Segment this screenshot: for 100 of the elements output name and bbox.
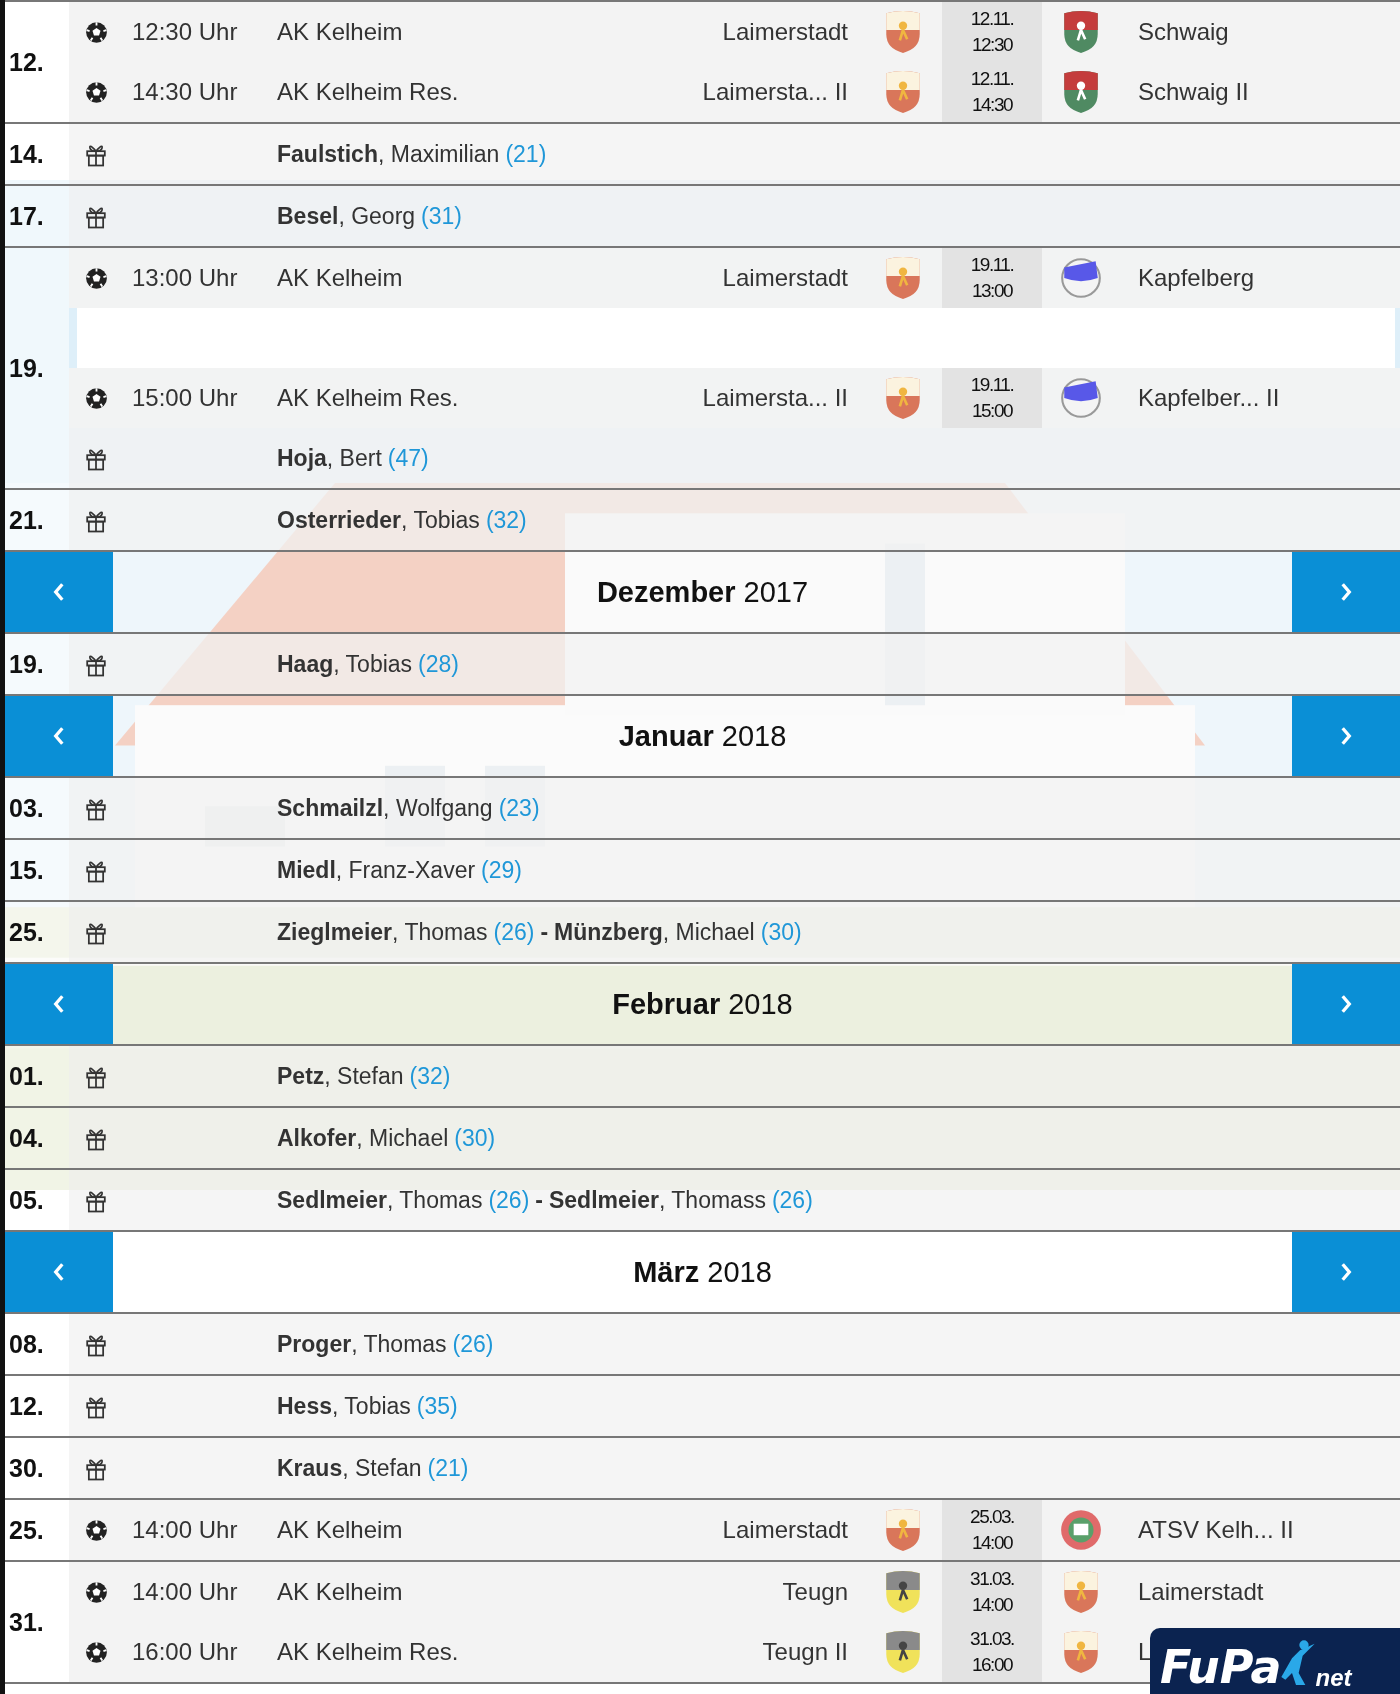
day-number: 15. bbox=[9, 855, 44, 885]
day-number: 08. bbox=[9, 1329, 44, 1359]
day-number: 25. bbox=[9, 1515, 44, 1545]
match-time: 16:00 bbox=[971, 1653, 1012, 1677]
team-name: AK Kelheim bbox=[277, 1516, 403, 1543]
kickoff-time: 14:00 Uhr bbox=[132, 1578, 238, 1605]
chevron-left-icon bbox=[52, 581, 66, 603]
month-title: Februar 2018 bbox=[611, 986, 794, 1022]
birthday-entry: Petz, Stefan (32) bbox=[277, 1062, 451, 1090]
home-team[interactable]: Laimerstadt bbox=[722, 264, 848, 291]
match-time: 15:00 bbox=[971, 399, 1012, 423]
ball-icon bbox=[85, 1640, 108, 1664]
chevron-right-icon bbox=[1339, 993, 1353, 1015]
kickoff-time: 14:00 Uhr bbox=[132, 1516, 238, 1543]
club-crest-icon bbox=[1060, 375, 1102, 421]
day-number: 14. bbox=[9, 139, 44, 169]
ball-icon bbox=[85, 266, 108, 290]
next-month-button[interactable] bbox=[1292, 964, 1400, 1044]
previous-month-button[interactable] bbox=[5, 1232, 113, 1312]
day-number: 17. bbox=[9, 201, 44, 231]
match-time: 12:30 bbox=[971, 33, 1012, 57]
birthday-entry: Hoja, Bert (47) bbox=[277, 444, 429, 472]
ball-icon bbox=[85, 386, 108, 410]
kickoff-time: 14:30 Uhr bbox=[132, 78, 238, 105]
month-title: März 2018 bbox=[632, 1254, 773, 1290]
birthday-entry: Faulstich, Maximilian (21) bbox=[277, 140, 547, 168]
match-date: 19.11. bbox=[970, 373, 1014, 398]
match-date: 25.03. bbox=[970, 1505, 1014, 1530]
birthday-entry: Kraus, Stefan (21) bbox=[277, 1454, 469, 1482]
next-month-button[interactable] bbox=[1292, 1232, 1400, 1312]
next-month-button[interactable] bbox=[1292, 552, 1400, 632]
birthday-entry: Osterrieder, Tobias (32) bbox=[277, 506, 527, 534]
birthday-entry: Sedlmeier, Thomas (26) - Sedlmeier, Thomass (26) bbox=[277, 1186, 813, 1214]
home-team[interactable]: Laimersta... II bbox=[702, 384, 848, 411]
day-number: 12. bbox=[9, 1391, 44, 1421]
match-time: 14:00 bbox=[971, 1531, 1012, 1555]
ball-icon bbox=[85, 1580, 108, 1604]
team-name: AK Kelheim bbox=[277, 1578, 403, 1605]
day-number: 04. bbox=[9, 1123, 44, 1153]
previous-month-button[interactable] bbox=[5, 552, 113, 632]
birthday-entry: Miedl, Franz-Xaver (29) bbox=[277, 856, 522, 884]
team-name: AK Kelheim bbox=[277, 264, 403, 291]
birthday-entry: Zieglmeier, Thomas (26) - Münzberg, Michael (30) bbox=[277, 918, 802, 946]
ball-icon bbox=[85, 20, 108, 44]
match-date: 31.03. bbox=[970, 1567, 1014, 1592]
month-title: Dezember 2017 bbox=[595, 574, 810, 610]
match-time: 14:00 bbox=[971, 1593, 1012, 1617]
away-team[interactable]: Kapfelberg bbox=[1138, 264, 1255, 291]
previous-month-button[interactable] bbox=[5, 696, 113, 776]
day-number: 01. bbox=[9, 1061, 44, 1091]
match-date: 19.11. bbox=[970, 253, 1014, 278]
day-number: 03. bbox=[9, 793, 44, 823]
birthday-entry: Besel, Georg (31) bbox=[277, 202, 462, 230]
day-number: 19. bbox=[9, 353, 44, 383]
away-team[interactable]: L bbox=[1138, 1638, 1152, 1665]
chevron-right-icon bbox=[1339, 1261, 1353, 1283]
kickoff-time: 12:30 Uhr bbox=[132, 18, 238, 45]
month-title: Januar 2018 bbox=[617, 718, 788, 754]
away-team[interactable]: Kapfelber... II bbox=[1138, 384, 1280, 411]
match-date: 12.11. bbox=[970, 7, 1014, 32]
previous-month-button[interactable] bbox=[5, 964, 113, 1044]
day-number: 05. bbox=[9, 1185, 44, 1215]
team-name: AK Kelheim Res. bbox=[277, 1638, 459, 1665]
away-team[interactable]: Laimerstadt bbox=[1138, 1578, 1264, 1605]
kickoff-time: 16:00 Uhr bbox=[132, 1638, 238, 1665]
home-team[interactable]: Teugn II bbox=[762, 1638, 848, 1665]
day-number: 19. bbox=[9, 649, 44, 679]
birthday-entry: Haag, Tobias (28) bbox=[277, 650, 459, 678]
home-team[interactable]: Teugn bbox=[782, 1578, 848, 1605]
chevron-left-icon bbox=[52, 1261, 66, 1283]
home-team[interactable]: Laimerstadt bbox=[722, 1516, 848, 1543]
next-month-button[interactable] bbox=[1292, 696, 1400, 776]
birthday-entry: Proger, Thomas (26) bbox=[277, 1330, 494, 1358]
birthday-entry: Alkofer, Michael (30) bbox=[277, 1124, 496, 1152]
away-team[interactable]: ATSV Kelh... II bbox=[1138, 1516, 1294, 1543]
day-number: 12. bbox=[9, 47, 44, 77]
team-name: AK Kelheim Res. bbox=[277, 78, 459, 105]
match-time: 13:00 bbox=[971, 279, 1012, 303]
club-crest-icon bbox=[1060, 1507, 1102, 1553]
match-date: 31.03. bbox=[970, 1627, 1014, 1652]
day-number: 30. bbox=[9, 1453, 44, 1483]
away-team[interactable]: Schwaig bbox=[1138, 18, 1229, 45]
day-number: 25. bbox=[9, 917, 44, 947]
ball-icon bbox=[85, 80, 108, 104]
birthday-entry: Schmailzl, Wolfgang (23) bbox=[277, 794, 540, 822]
chevron-right-icon bbox=[1339, 581, 1353, 603]
chevron-left-icon bbox=[52, 725, 66, 747]
team-name: AK Kelheim bbox=[277, 18, 403, 45]
home-team[interactable]: Laimersta... II bbox=[702, 78, 848, 105]
match-date: 12.11. bbox=[970, 67, 1014, 92]
team-name: AK Kelheim Res. bbox=[277, 384, 459, 411]
ball-icon bbox=[85, 1518, 108, 1542]
site-logo: FuPa net bbox=[1150, 1628, 1400, 1694]
match-time: 14:30 bbox=[971, 93, 1012, 117]
chevron-left-icon bbox=[52, 993, 66, 1015]
kickoff-time: 15:00 Uhr bbox=[132, 384, 238, 411]
home-team[interactable]: Laimerstadt bbox=[722, 18, 848, 45]
club-crest-icon bbox=[1060, 255, 1102, 301]
away-team[interactable]: Schwaig II bbox=[1138, 78, 1249, 105]
chevron-right-icon bbox=[1339, 725, 1353, 747]
